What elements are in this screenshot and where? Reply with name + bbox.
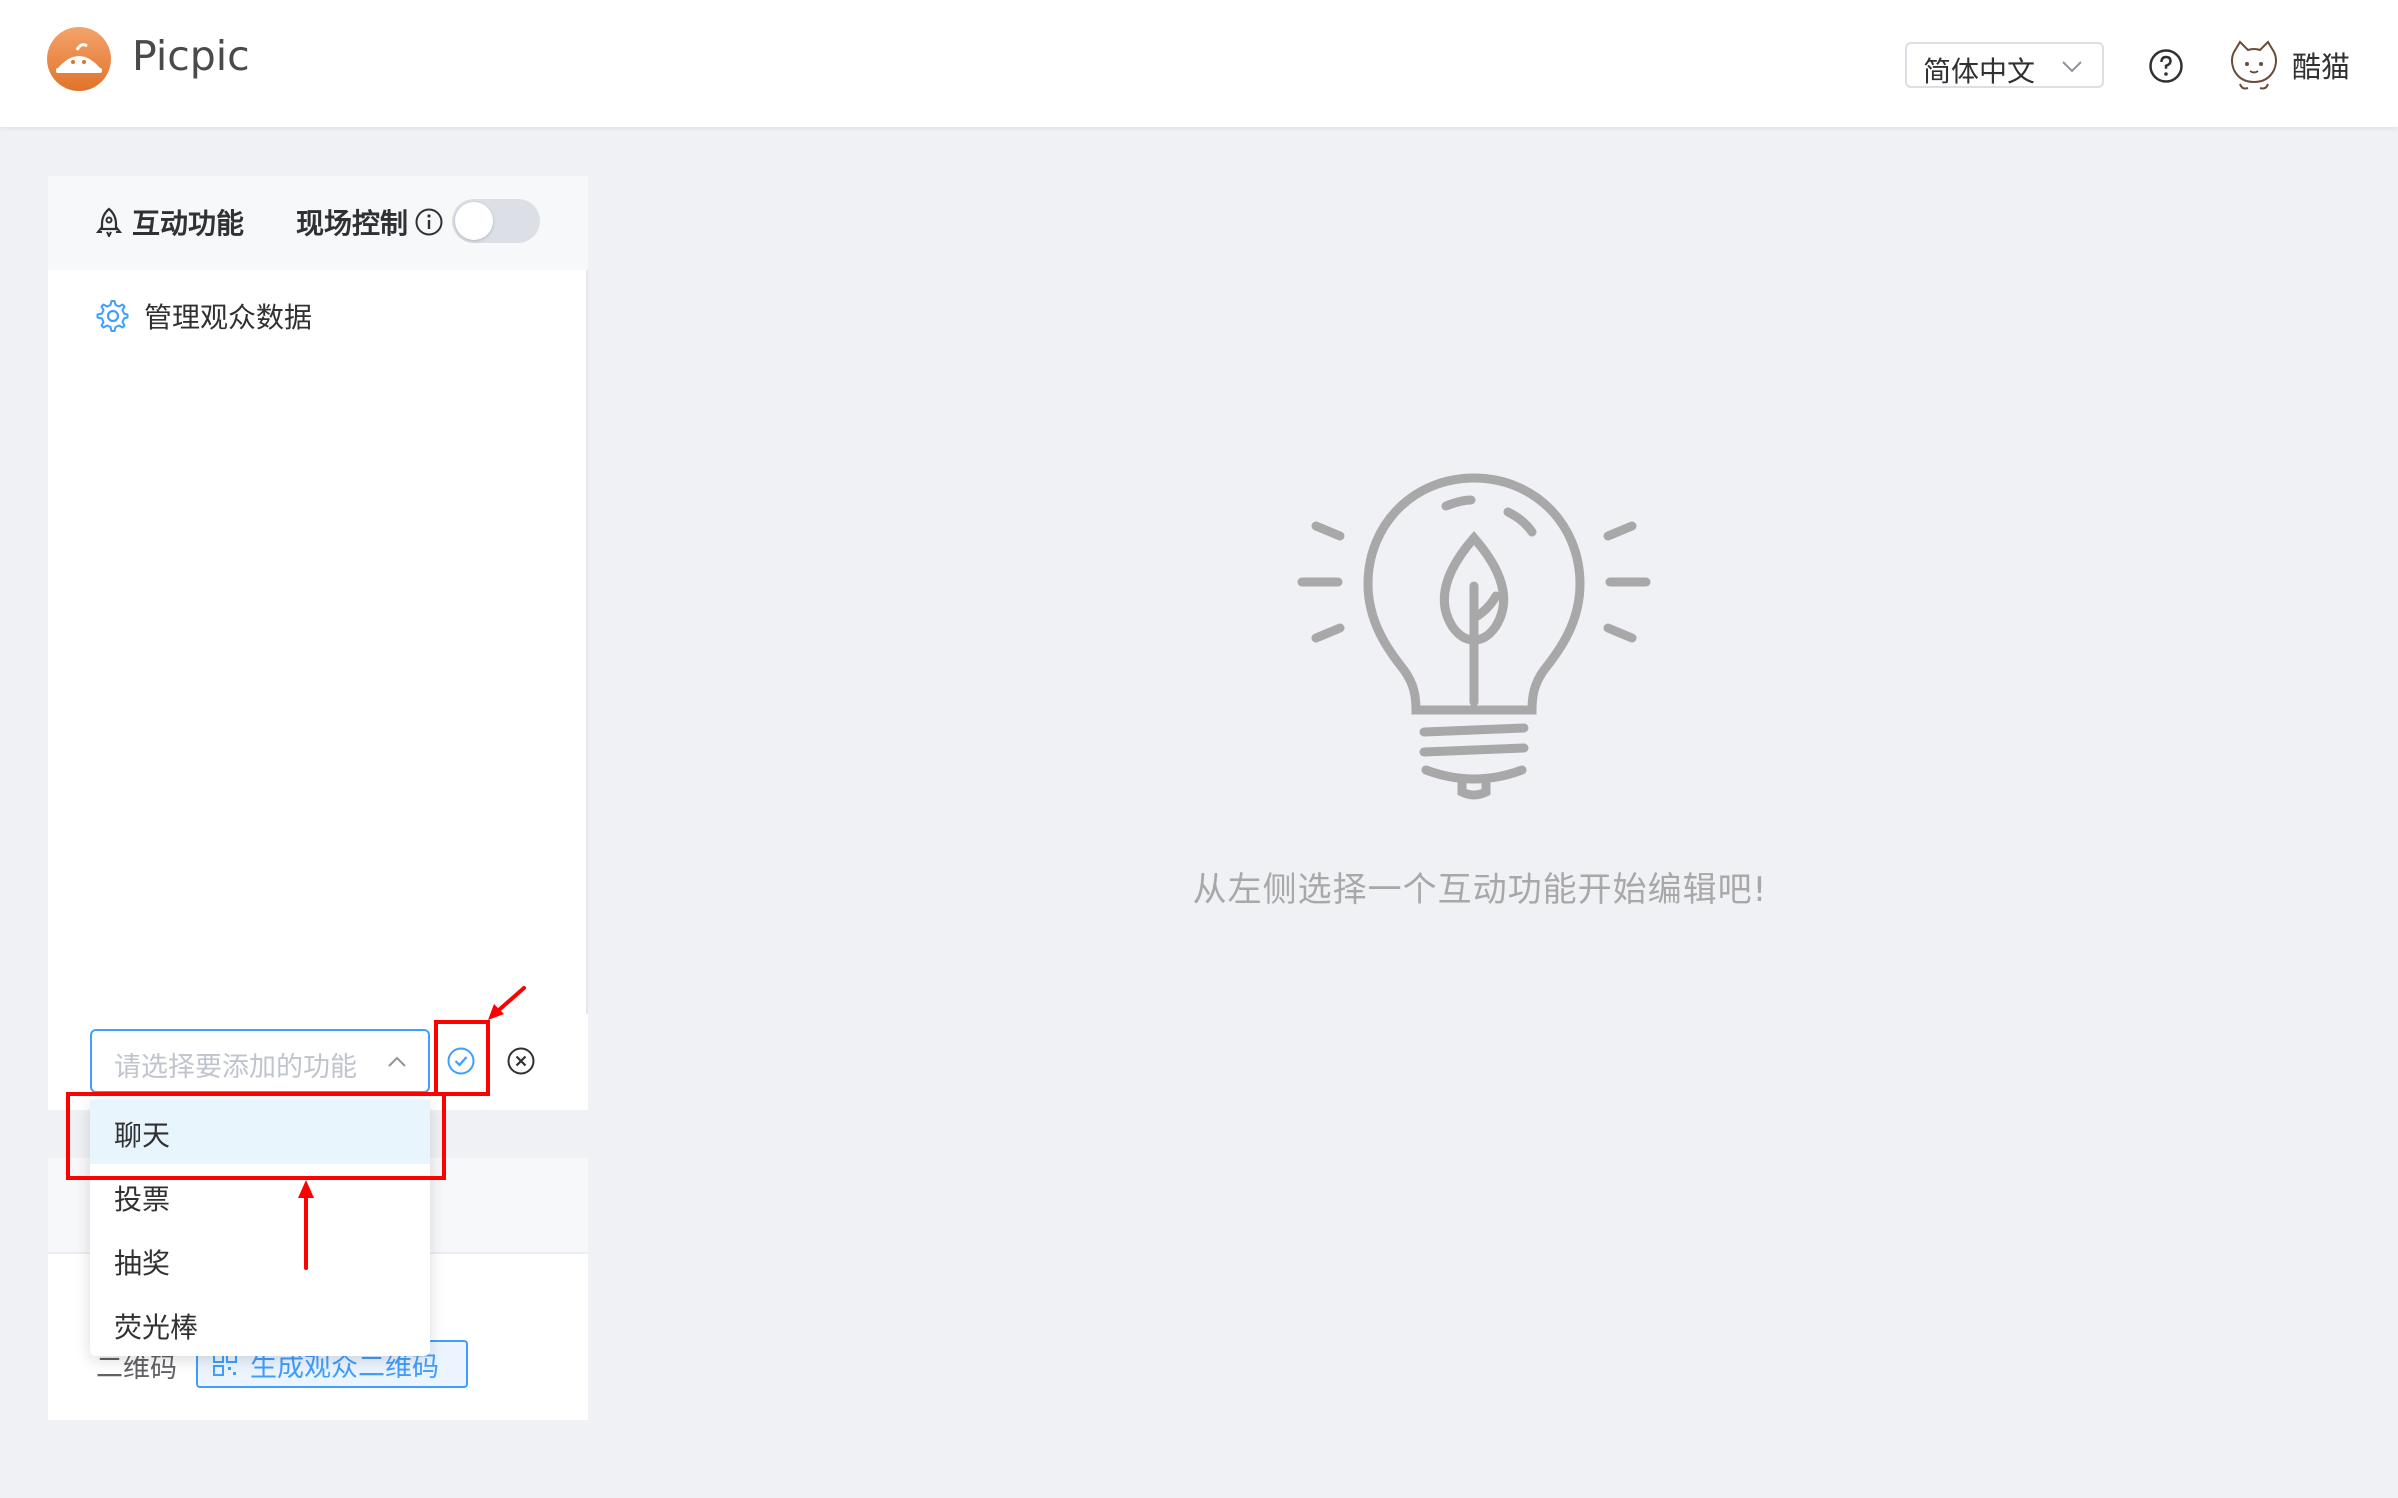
sidebar-body [48,270,588,1014]
chevron-down-icon [2062,61,2082,73]
live-control-label: 现场控制 [296,207,409,240]
dropdown-option-glowstick[interactable]: 荧光棒 [90,1292,430,1356]
info-icon[interactable] [414,207,444,237]
language-select[interactable]: 简体中文 [1905,42,2104,88]
annotation-box-chat-option [66,1092,446,1180]
option-label: 投票 [114,1183,171,1216]
lightbulb-icon [1297,473,1651,800]
tab-label: 互动功能 [132,207,245,240]
option-label: 抽奖 [114,1247,171,1280]
tab-interactive-features[interactable]: 互动功能 [96,200,244,244]
language-value: 简体中文 [1923,55,2036,88]
user-avatar[interactable] [2228,38,2280,92]
gear-icon [96,300,129,332]
feature-select[interactable]: 请选择要添加的功能 [90,1029,430,1093]
dropdown-option-lottery[interactable]: 抽奖 [90,1228,430,1292]
rocket-icon [96,207,122,237]
live-control-toggle[interactable] [452,199,540,243]
cancel-close-icon[interactable] [506,1046,536,1076]
sidebar-item-label: 管理观众数据 [144,301,313,334]
toggle-knob [455,202,493,240]
help-icon[interactable] [2148,48,2184,84]
brand-name: Picpic [132,32,250,80]
user-name[interactable]: 酷猫 [2292,44,2350,86]
picpic-logo-icon [47,27,111,91]
empty-state-message: 从左侧选择一个互动功能开始编辑吧! [1192,870,1768,910]
annotation-box-confirm [434,1020,490,1096]
feature-select-placeholder: 请选择要添加的功能 [114,1052,357,1083]
sidebar-item-manage-audience[interactable]: 管理观众数据 [96,296,312,336]
top-bar: Picpic 简体中文 酷猫 [0,0,2398,127]
chevron-up-icon [388,1056,406,1067]
option-label: 荧光棒 [114,1311,199,1344]
